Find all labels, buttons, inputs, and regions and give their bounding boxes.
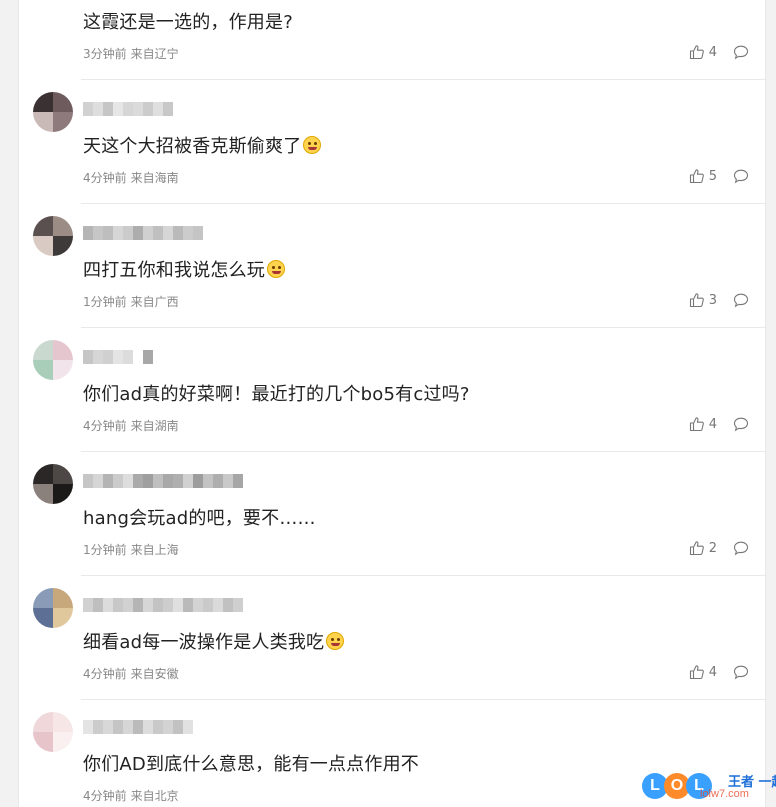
comment-bubble-icon xyxy=(733,293,749,307)
comment-actions: 4 xyxy=(689,44,749,60)
comment-item: 细看ad每一波操作是人类我吃 4分钟前 来自安徽 4 xyxy=(19,576,767,700)
comment-text: hang会玩ad的吧，要不…… xyxy=(83,508,316,529)
comment-actions: 5 xyxy=(689,168,749,184)
comment-text: 四打五你和我说怎么玩 xyxy=(83,256,285,282)
reply-button[interactable] xyxy=(733,417,749,432)
comment-item: 天这个大招被香克斯偷爽了 4分钟前 来自海南 5 xyxy=(19,80,767,204)
comment-text: 这霞还是一选的，作用是? xyxy=(83,12,293,33)
username-blurred[interactable] xyxy=(83,350,153,364)
comment-actions: 4 xyxy=(689,416,749,432)
like-button[interactable]: 3 xyxy=(689,292,717,308)
thumbs-up-icon xyxy=(689,665,704,680)
comment-actions: 2 xyxy=(689,540,749,556)
avatar[interactable] xyxy=(33,712,73,752)
comment-location: 来自辽宁 xyxy=(130,47,179,61)
thumbs-up-icon xyxy=(689,541,704,556)
thumbs-up-icon xyxy=(689,417,704,432)
username-blurred[interactable] xyxy=(83,474,243,488)
like-count: 5 xyxy=(708,168,717,184)
comment-bubble-icon xyxy=(733,169,749,183)
thumbs-up-icon xyxy=(689,45,704,60)
comment-time: 1分钟前 xyxy=(83,543,127,557)
like-button[interactable]: 4 xyxy=(689,44,717,60)
like-count: 4 xyxy=(708,44,717,60)
comment-location: 来自北京 xyxy=(130,789,179,803)
comment-meta: 1分钟前 来自广西 xyxy=(83,293,179,310)
comment-location: 来自安徽 xyxy=(130,667,179,681)
comment-meta: 4分钟前 来自湖南 xyxy=(83,417,179,434)
comment-text: 天这个大招被香克斯偷爽了 xyxy=(83,132,322,158)
comment-bubble-icon xyxy=(733,417,749,431)
comment-time: 4分钟前 xyxy=(83,419,127,433)
avatar[interactable] xyxy=(33,340,73,380)
comment-time: 3分钟前 xyxy=(83,47,127,61)
username-blurred[interactable] xyxy=(83,720,193,734)
comment-text: 你们ad真的好菜啊！最近打的几个bo5有c过吗? xyxy=(83,384,470,405)
grimacing-face-emoji xyxy=(267,260,285,278)
reply-button[interactable] xyxy=(733,293,749,308)
avatar[interactable] xyxy=(33,588,73,628)
comment-actions: 4 xyxy=(689,664,749,680)
comment-location: 来自湖南 xyxy=(130,419,179,433)
open-mouth-face-emoji xyxy=(326,632,345,650)
like-button[interactable]: 5 xyxy=(689,168,717,184)
like-count: 3 xyxy=(708,292,717,308)
comment-meta: 4分钟前 来自安徽 xyxy=(83,665,179,682)
comment-meta: 4分钟前 来自海南 xyxy=(83,169,179,186)
comment-item: 四打五你和我说怎么玩 1分钟前 来自广西 3 xyxy=(19,204,767,328)
thumbs-up-icon xyxy=(689,293,704,308)
reply-button[interactable] xyxy=(733,541,749,556)
like-button[interactable]: 4 xyxy=(689,664,717,680)
username-blurred[interactable] xyxy=(83,598,243,612)
watermark-subtitle: lolw7.com xyxy=(700,788,749,800)
avatar[interactable] xyxy=(33,92,73,132)
reply-button[interactable] xyxy=(733,45,749,60)
comment-list: 这霞还是一选的，作用是? 3分钟前 来自辽宁 4 天这个大招被香克斯偷爽了 4分钟… xyxy=(18,0,767,807)
comment-bubble-icon xyxy=(733,45,749,59)
comment-time: 4分钟前 xyxy=(83,789,127,803)
site-watermark-logo: L O L 王者 一起上 lolw7.com xyxy=(642,771,776,803)
thumbs-up-icon xyxy=(689,169,704,184)
comment-location: 来自广西 xyxy=(130,295,179,309)
comment-item: 这霞还是一选的，作用是? 3分钟前 来自辽宁 4 xyxy=(19,0,767,80)
like-button[interactable]: 4 xyxy=(689,416,717,432)
comment-text: 细看ad每一波操作是人类我吃 xyxy=(83,628,345,654)
like-count: 2 xyxy=(708,540,717,556)
comment-time: 4分钟前 xyxy=(83,171,127,185)
comment-location: 来自海南 xyxy=(130,171,179,185)
username-blurred[interactable] xyxy=(83,226,203,240)
comment-location: 来自上海 xyxy=(130,543,179,557)
avatar[interactable] xyxy=(33,216,73,256)
grinning-face-emoji xyxy=(303,136,322,154)
avatar[interactable] xyxy=(33,464,73,504)
comment-time: 4分钟前 xyxy=(83,667,127,681)
comment-text: 你们AD到底什么意思，能有一点点作用不 xyxy=(83,754,419,775)
reply-button[interactable] xyxy=(733,665,749,680)
like-count: 4 xyxy=(708,664,717,680)
comment-item: 你们ad真的好菜啊！最近打的几个bo5有c过吗? 4分钟前 来自湖南 4 xyxy=(19,328,767,452)
username-blurred[interactable] xyxy=(83,102,173,116)
comment-meta: 4分钟前 来自北京 xyxy=(83,787,179,804)
comment-time: 1分钟前 xyxy=(83,295,127,309)
comment-meta: 3分钟前 来自辽宁 xyxy=(83,45,179,62)
comment-bubble-icon xyxy=(733,541,749,555)
comment-meta: 1分钟前 来自上海 xyxy=(83,541,179,558)
comment-item: hang会玩ad的吧，要不…… 1分钟前 来自上海 2 xyxy=(19,452,767,576)
comment-actions: 3 xyxy=(689,292,749,308)
comment-bubble-icon xyxy=(733,665,749,679)
reply-button[interactable] xyxy=(733,169,749,184)
like-count: 4 xyxy=(708,416,717,432)
like-button[interactable]: 2 xyxy=(689,540,717,556)
